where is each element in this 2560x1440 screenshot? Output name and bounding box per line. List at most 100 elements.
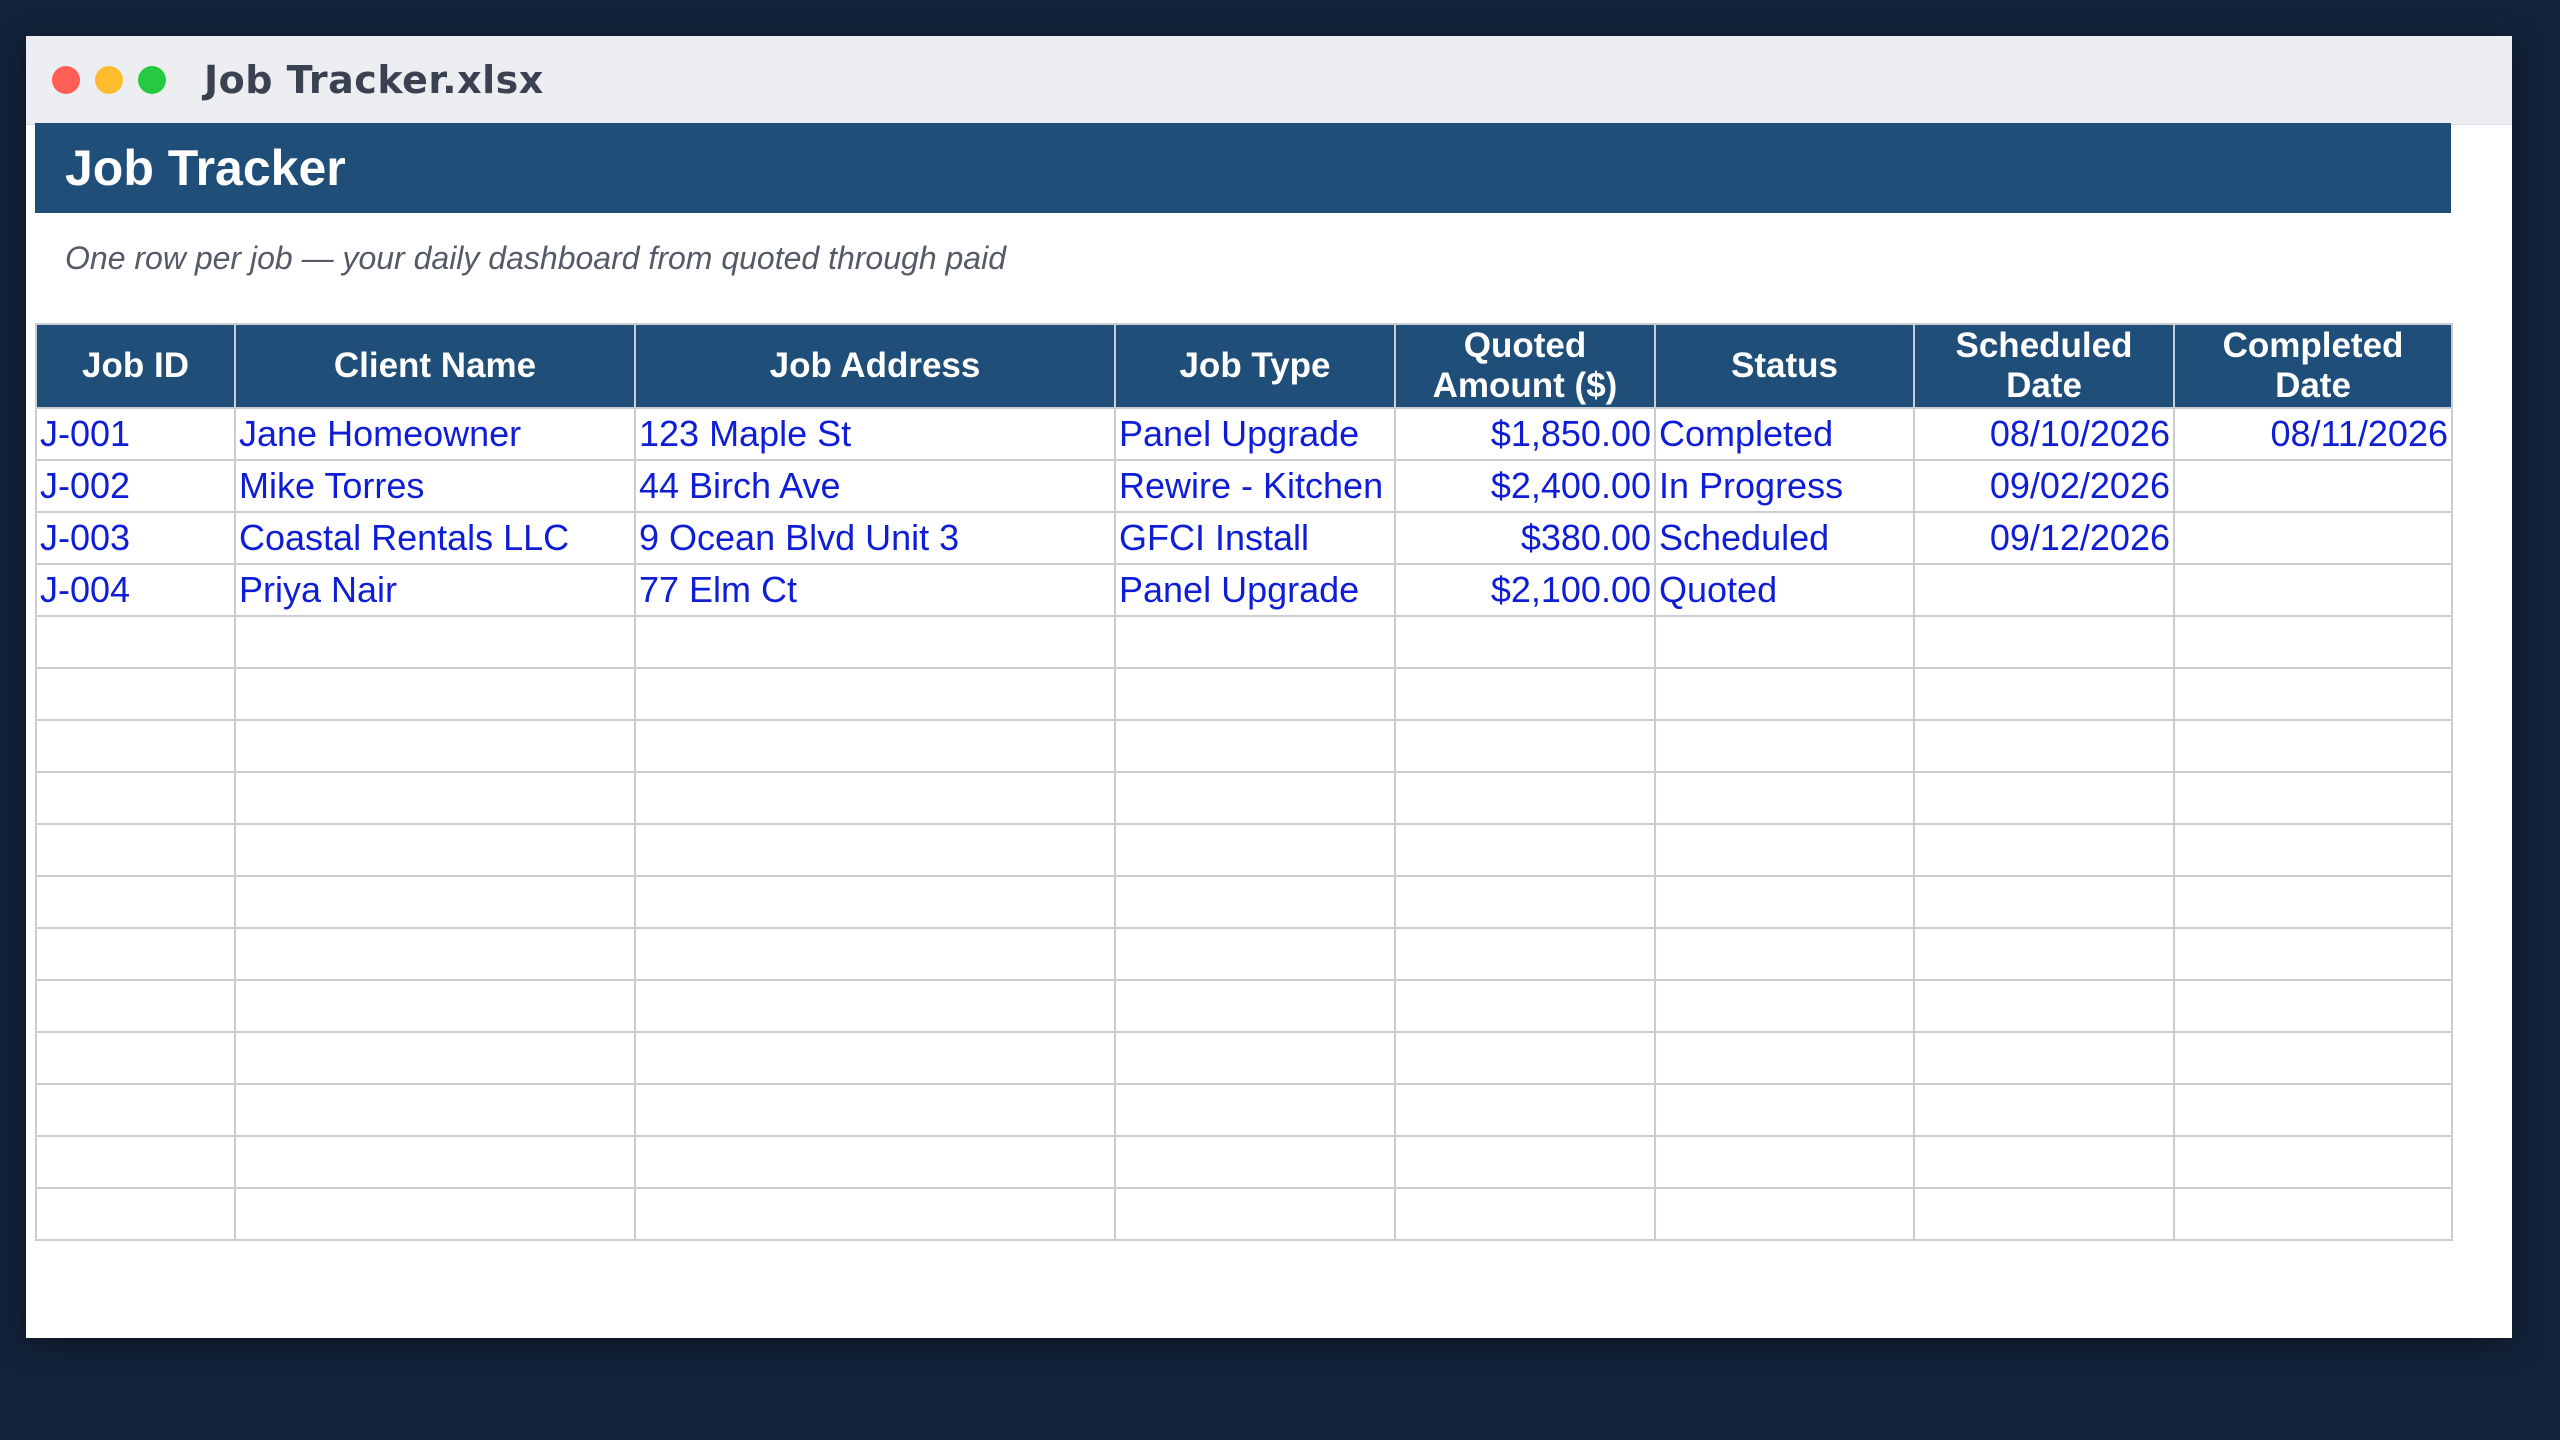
header-scheduled-date[interactable]: Scheduled Date xyxy=(1913,323,2175,409)
empty-cell[interactable] xyxy=(1654,1031,1915,1085)
close-window-button[interactable] xyxy=(52,66,80,94)
empty-cell[interactable] xyxy=(234,1135,636,1189)
empty-cell[interactable] xyxy=(1394,1083,1656,1137)
empty-cell[interactable] xyxy=(1394,927,1656,981)
cell-quoted-amount[interactable]: $1,850.00 xyxy=(1394,407,1656,461)
empty-cell[interactable] xyxy=(35,875,236,929)
empty-cell[interactable] xyxy=(234,1083,636,1137)
empty-cell[interactable] xyxy=(1114,927,1396,981)
empty-cell[interactable] xyxy=(1913,1083,2175,1137)
cell-status[interactable]: Scheduled xyxy=(1654,511,1915,565)
maximize-window-button[interactable] xyxy=(138,66,166,94)
empty-cell[interactable] xyxy=(234,667,636,721)
header-job-type[interactable]: Job Type xyxy=(1114,323,1396,409)
empty-cell[interactable] xyxy=(634,927,1116,981)
empty-cell[interactable] xyxy=(35,1187,236,1241)
cell-job-type[interactable]: GFCI Install xyxy=(1114,511,1396,565)
empty-cell[interactable] xyxy=(1654,1135,1915,1189)
empty-cell[interactable] xyxy=(1114,719,1396,773)
empty-cell[interactable] xyxy=(234,927,636,981)
empty-cell[interactable] xyxy=(2173,1083,2453,1137)
empty-cell[interactable] xyxy=(2173,979,2453,1033)
empty-cell[interactable] xyxy=(2173,927,2453,981)
empty-cell[interactable] xyxy=(634,667,1116,721)
cell-client-name[interactable]: Coastal Rentals LLC xyxy=(234,511,636,565)
cell-quoted-amount[interactable]: $2,400.00 xyxy=(1394,459,1656,513)
empty-cell[interactable] xyxy=(35,823,236,877)
cell-job-id[interactable]: J-001 xyxy=(35,407,236,461)
empty-cell[interactable] xyxy=(1654,667,1915,721)
empty-cell[interactable] xyxy=(1394,875,1656,929)
empty-cell[interactable] xyxy=(1394,979,1656,1033)
cell-quoted-amount[interactable]: $380.00 xyxy=(1394,511,1656,565)
empty-cell[interactable] xyxy=(1654,1083,1915,1137)
empty-cell[interactable] xyxy=(634,1135,1116,1189)
empty-cell[interactable] xyxy=(35,667,236,721)
empty-cell[interactable] xyxy=(1394,615,1656,669)
empty-cell[interactable] xyxy=(634,979,1116,1033)
cell-scheduled-date[interactable]: 08/10/2026 xyxy=(1913,407,2175,461)
empty-cell[interactable] xyxy=(234,771,636,825)
empty-cell[interactable] xyxy=(1913,823,2175,877)
empty-cell[interactable] xyxy=(35,1031,236,1085)
empty-cell[interactable] xyxy=(35,979,236,1033)
empty-cell[interactable] xyxy=(1913,927,2175,981)
empty-cell[interactable] xyxy=(234,979,636,1033)
empty-cell[interactable] xyxy=(234,823,636,877)
header-client-name[interactable]: Client Name xyxy=(234,323,636,409)
empty-cell[interactable] xyxy=(634,1083,1116,1137)
empty-cell[interactable] xyxy=(1654,927,1915,981)
empty-cell[interactable] xyxy=(1913,1031,2175,1085)
empty-cell[interactable] xyxy=(1654,823,1915,877)
cell-scheduled-date[interactable] xyxy=(1913,563,2175,617)
empty-cell[interactable] xyxy=(1114,1187,1396,1241)
empty-cell[interactable] xyxy=(1654,1187,1915,1241)
empty-cell[interactable] xyxy=(35,1135,236,1189)
empty-cell[interactable] xyxy=(2173,615,2453,669)
header-completed-date[interactable]: Completed Date xyxy=(2173,323,2453,409)
empty-cell[interactable] xyxy=(634,823,1116,877)
cell-job-address[interactable]: 123 Maple St xyxy=(634,407,1116,461)
cell-job-id[interactable]: J-004 xyxy=(35,563,236,617)
empty-cell[interactable] xyxy=(1654,979,1915,1033)
cell-completed-date[interactable] xyxy=(2173,459,2453,513)
empty-cell[interactable] xyxy=(1114,823,1396,877)
empty-cell[interactable] xyxy=(1114,1135,1396,1189)
empty-cell[interactable] xyxy=(1654,875,1915,929)
empty-cell[interactable] xyxy=(1913,719,2175,773)
empty-cell[interactable] xyxy=(1114,771,1396,825)
empty-cell[interactable] xyxy=(1114,1031,1396,1085)
empty-cell[interactable] xyxy=(234,875,636,929)
empty-cell[interactable] xyxy=(2173,875,2453,929)
cell-job-address[interactable]: 77 Elm Ct xyxy=(634,563,1116,617)
empty-cell[interactable] xyxy=(634,1031,1116,1085)
empty-cell[interactable] xyxy=(1114,615,1396,669)
empty-cell[interactable] xyxy=(2173,771,2453,825)
empty-cell[interactable] xyxy=(2173,1187,2453,1241)
cell-scheduled-date[interactable]: 09/12/2026 xyxy=(1913,511,2175,565)
empty-cell[interactable] xyxy=(35,771,236,825)
empty-cell[interactable] xyxy=(1394,1031,1656,1085)
cell-completed-date[interactable] xyxy=(2173,511,2453,565)
empty-cell[interactable] xyxy=(634,875,1116,929)
cell-scheduled-date[interactable]: 09/02/2026 xyxy=(1913,459,2175,513)
empty-cell[interactable] xyxy=(1394,667,1656,721)
empty-cell[interactable] xyxy=(35,927,236,981)
cell-job-address[interactable]: 9 Ocean Blvd Unit 3 xyxy=(634,511,1116,565)
empty-cell[interactable] xyxy=(1913,979,2175,1033)
cell-job-id[interactable]: J-002 xyxy=(35,459,236,513)
empty-cell[interactable] xyxy=(1114,1083,1396,1137)
empty-cell[interactable] xyxy=(2173,823,2453,877)
cell-completed-date[interactable]: 08/11/2026 xyxy=(2173,407,2453,461)
empty-cell[interactable] xyxy=(1913,1187,2175,1241)
empty-cell[interactable] xyxy=(1394,1135,1656,1189)
empty-cell[interactable] xyxy=(634,771,1116,825)
cell-job-type[interactable]: Rewire - Kitchen xyxy=(1114,459,1396,513)
empty-cell[interactable] xyxy=(1913,615,2175,669)
empty-cell[interactable] xyxy=(634,1187,1116,1241)
empty-cell[interactable] xyxy=(1114,979,1396,1033)
cell-job-type[interactable]: Panel Upgrade xyxy=(1114,563,1396,617)
header-status[interactable]: Status xyxy=(1654,323,1915,409)
cell-status[interactable]: Completed xyxy=(1654,407,1915,461)
empty-cell[interactable] xyxy=(1654,771,1915,825)
